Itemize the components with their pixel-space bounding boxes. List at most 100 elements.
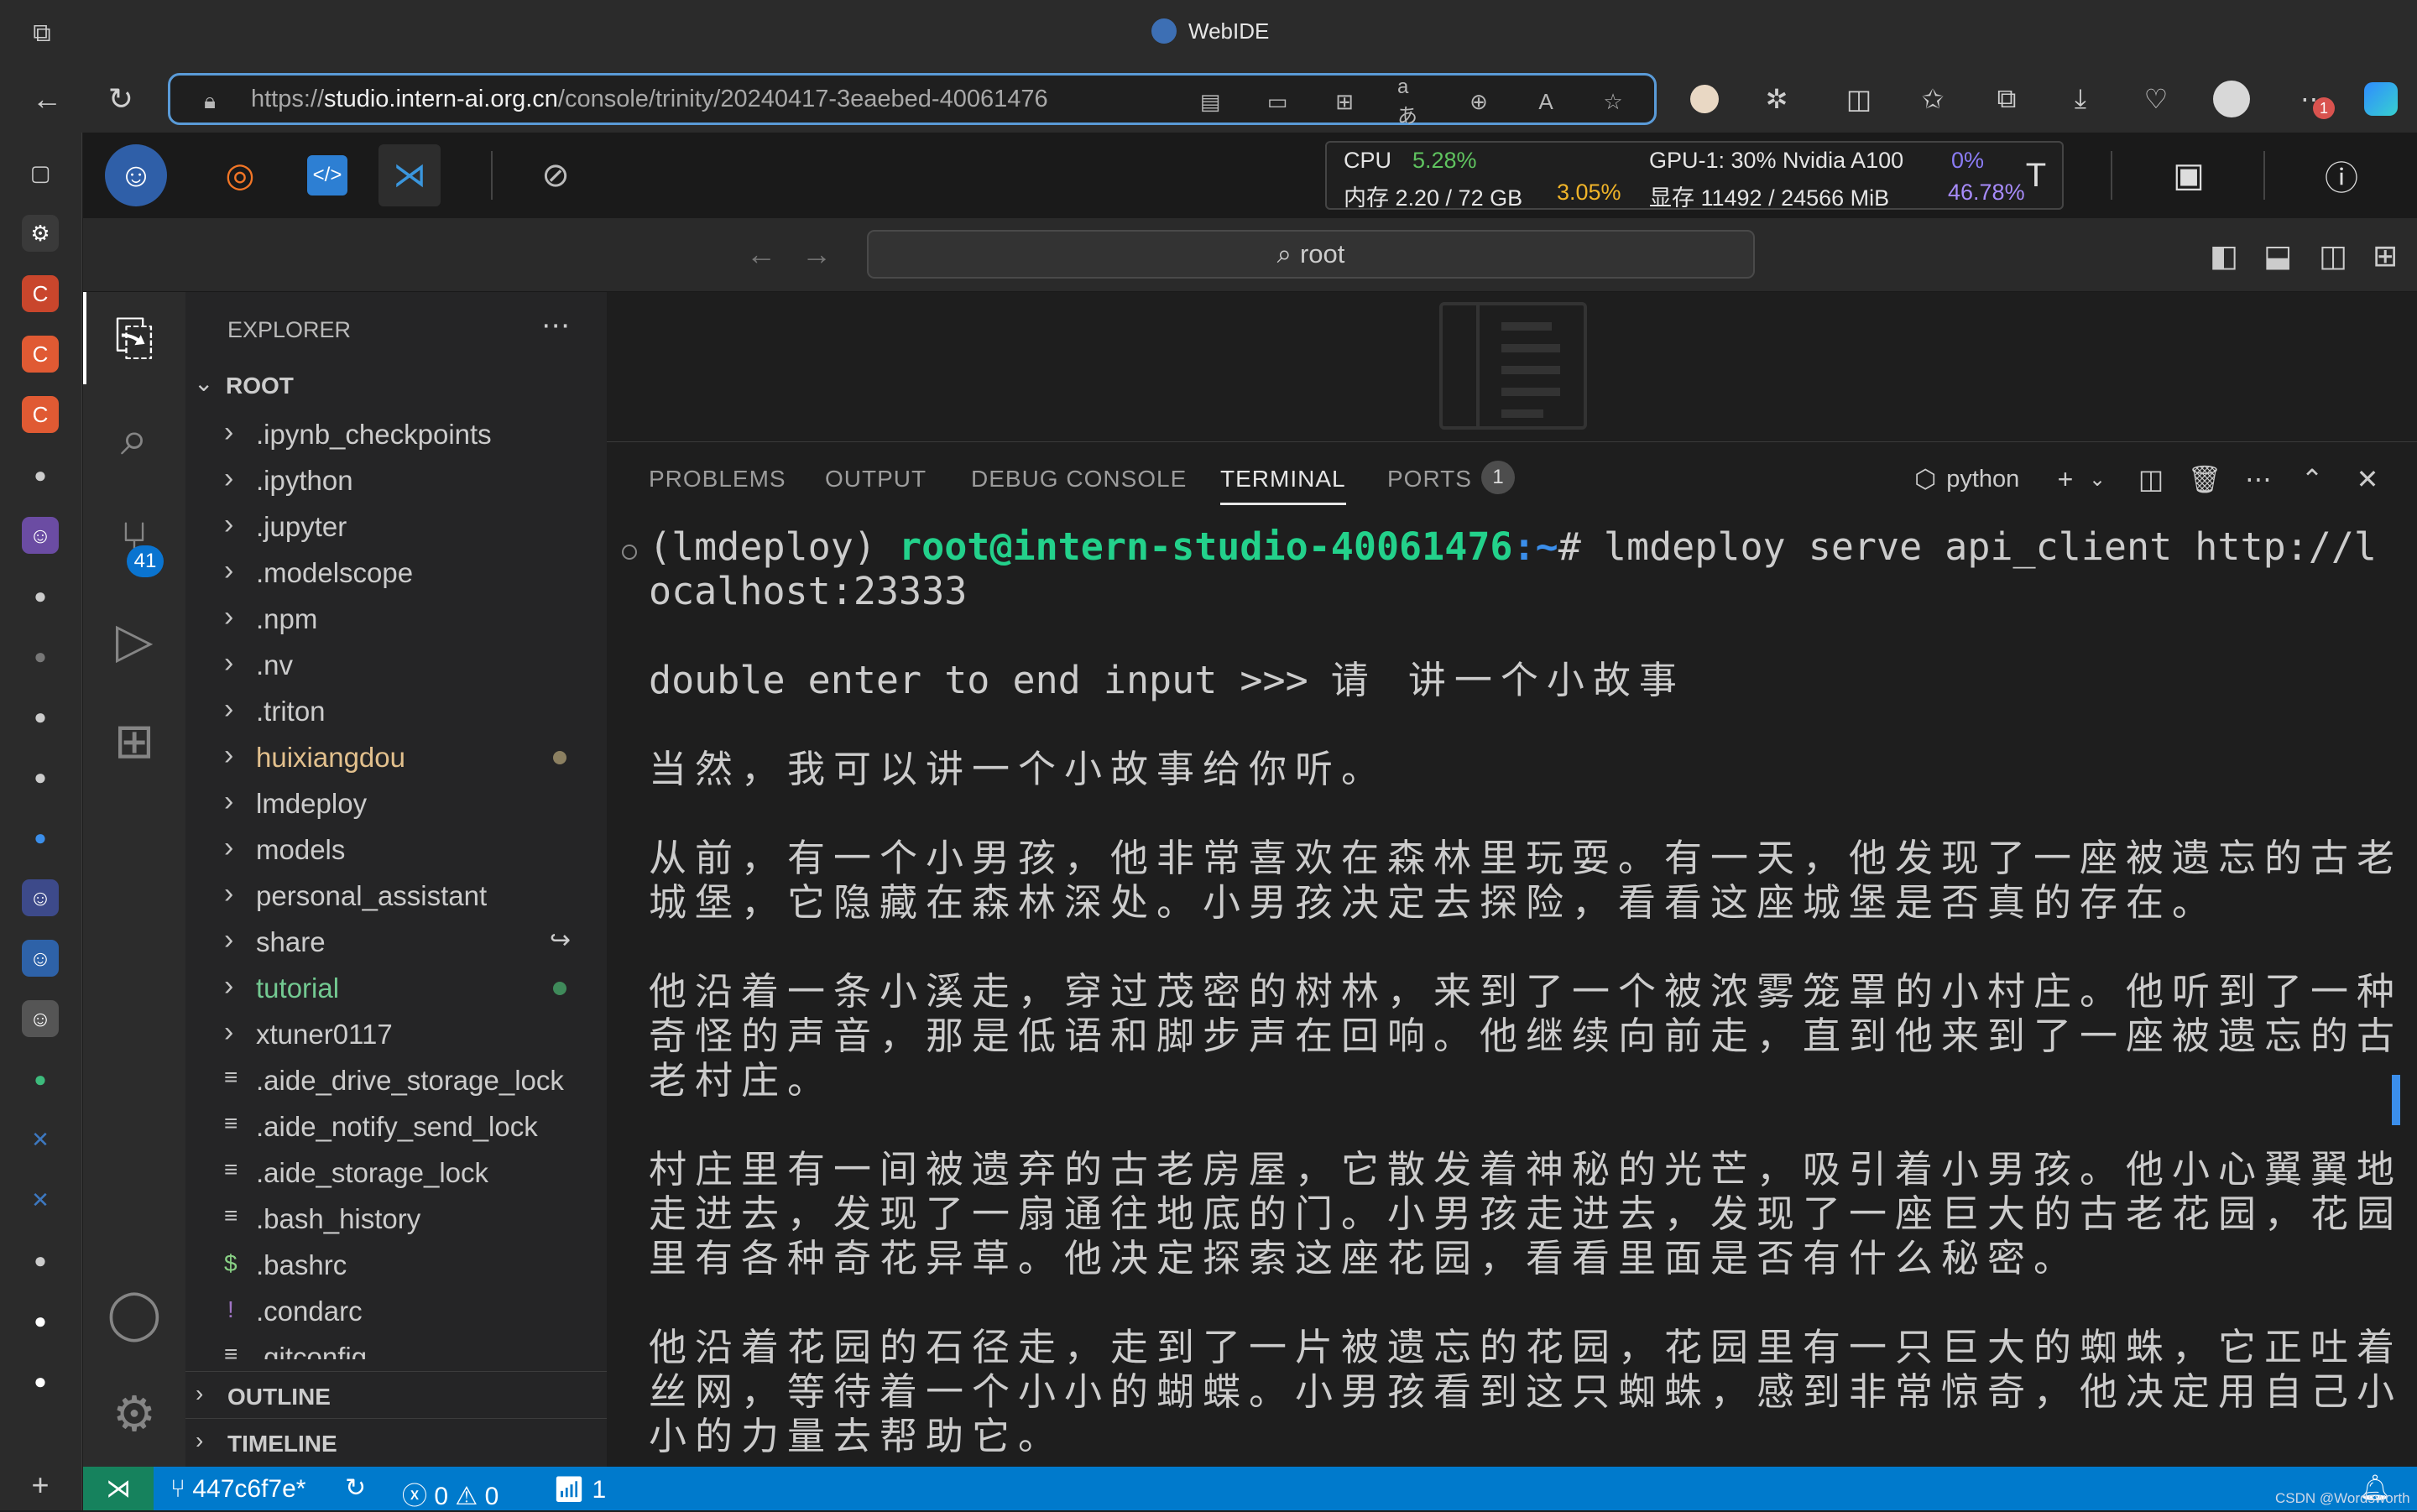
extension-avatar-icon[interactable] (1685, 80, 1724, 118)
folder-item[interactable]: › .ipython (185, 457, 607, 503)
info-icon[interactable]: ⓘ (2310, 144, 2373, 206)
nav-back-icon[interactable]: ← (746, 237, 776, 272)
folder-item[interactable]: › .triton (185, 688, 607, 734)
monitor-icon[interactable]: ▣ (2158, 144, 2220, 206)
explorer-icon[interactable]: ⎘ (83, 292, 185, 384)
file-item[interactable]: ≡ .bash_history (185, 1196, 607, 1242)
back-icon[interactable]: ← (22, 74, 72, 124)
folder-item[interactable]: › .modelscope (185, 550, 607, 596)
clipboard-icon[interactable]: ▤ (1196, 87, 1224, 116)
sync-icon[interactable]: ↻ (345, 1473, 366, 1503)
new-tab-icon[interactable]: + (22, 1467, 59, 1504)
lock-icon[interactable]: 🔒︎ (196, 87, 224, 116)
collections-icon[interactable]: ⧉ (1987, 80, 2026, 118)
tab-debug-console[interactable]: DEBUG CONSOLE (971, 466, 1187, 493)
terminal-output[interactable]: (lmdeploy) root@intern-studio-40061476:~… (649, 524, 2394, 1458)
trash-icon[interactable]: 🗑︎ (2185, 459, 2225, 499)
split-terminal-icon[interactable]: ◫ (2131, 459, 2171, 499)
root-folder-header[interactable]: ⌄ ROOT (185, 368, 607, 408)
toggle-secondary-sidebar-icon[interactable]: ◫ (2319, 238, 2347, 274)
close-panel-icon[interactable]: ✕ (2347, 459, 2388, 499)
tab-icon[interactable]: ☺ (22, 517, 59, 554)
more-actions-icon[interactable]: ⋯ (2238, 459, 2279, 499)
folder-item[interactable]: › .nv (185, 642, 607, 688)
ports-status[interactable]: 📶︎ 1 (553, 1475, 606, 1504)
maximize-panel-icon[interactable]: ⌃ (2292, 459, 2332, 499)
file-item[interactable]: ≡ .aide_drive_storage_lock (185, 1057, 607, 1103)
toggle-panel-icon[interactable]: ⬓ (2263, 238, 2292, 274)
terminal-shell-selector[interactable]: ⬡ python (1914, 461, 2019, 498)
tab-ports[interactable]: PORTS (1387, 466, 1472, 493)
search-icon[interactable]: ⌕ (83, 393, 185, 485)
folder-item[interactable]: › .ipynb_checkpoints (185, 411, 607, 457)
file-item[interactable]: ≡ .aide_notify_send_lock (185, 1103, 607, 1150)
tab-problems[interactable]: PROBLEMS (649, 466, 786, 493)
timeline-section[interactable]: › TIMELINE (185, 1418, 607, 1463)
tab-icon[interactable]: ☺ (22, 940, 59, 977)
chat-icon[interactable]: ● (22, 819, 59, 856)
command-center[interactable]: ⌕ root (867, 230, 1755, 279)
compass-icon[interactable]: ⊘ (525, 144, 587, 206)
file-item[interactable]: ≡ .aide_storage_lock (185, 1150, 607, 1196)
accounts-icon[interactable]: ◯ (83, 1267, 185, 1359)
file-item[interactable]: ≡ .gitconfig (185, 1334, 607, 1359)
terminal-scrollbar[interactable] (2392, 1075, 2400, 1125)
tab-actions-icon[interactable]: ⧉ (25, 17, 59, 50)
extensions-puzzle-icon[interactable]: ✲ (1757, 80, 1796, 118)
folder-item[interactable]: › xtuner0117 (185, 1011, 607, 1057)
remote-indicator-icon[interactable]: ⋊ (83, 1467, 154, 1510)
address-bar[interactable]: 🔒︎ https://studio.intern-ai.org.cn/conso… (168, 73, 1657, 128)
tab-icon[interactable]: ● (22, 1061, 59, 1098)
manage-gear-icon[interactable]: ⚙ (83, 1368, 185, 1460)
health-icon[interactable]: ♡ (2137, 80, 2175, 118)
code-editor-icon[interactable]: </> (296, 144, 358, 206)
tab-icon[interactable]: ☺ (22, 879, 59, 916)
folder-item[interactable]: › personal_assistant (185, 873, 607, 919)
tab-icon[interactable]: C (22, 275, 59, 312)
tab-icon[interactable]: ▢ (22, 154, 59, 191)
github-icon[interactable]: ● (22, 638, 59, 675)
read-aloud-icon[interactable]: A (1532, 87, 1560, 116)
github-icon[interactable]: ● (22, 1302, 59, 1339)
folder-item[interactable]: › lmdeploy (185, 780, 607, 826)
customize-layout-icon[interactable]: ⊞ (2373, 238, 2398, 274)
outline-section[interactable]: › OUTLINE (185, 1371, 607, 1416)
tab-icon[interactable]: ✕ (22, 1121, 59, 1158)
github-icon[interactable]: ● (22, 456, 59, 493)
copilot-icon[interactable] (2362, 80, 2400, 118)
github-icon[interactable]: ● (22, 577, 59, 614)
github-icon[interactable]: ● (22, 759, 59, 795)
url-text[interactable]: https://studio.intern-ai.org.cn/console/… (251, 86, 1048, 113)
github-icon[interactable]: ● (22, 1242, 59, 1279)
folder-item[interactable]: › huixiangdou (185, 734, 607, 780)
tab-icon[interactable]: C (22, 336, 59, 373)
tab-icon-active[interactable]: ☺ (22, 1000, 59, 1037)
branch-status[interactable]: ⑂ 447c6f7e* (170, 1475, 305, 1504)
profile-avatar-icon[interactable] (2212, 80, 2251, 118)
apps-icon[interactable]: ⊞ (1330, 87, 1359, 116)
tensorflow-icon[interactable]: T (2005, 144, 2067, 206)
nav-forward-icon[interactable]: → (801, 237, 832, 272)
tab-icon[interactable]: C (22, 396, 59, 433)
folder-item[interactable]: › .jupyter (185, 503, 607, 550)
folder-item[interactable]: › .npm (185, 596, 607, 642)
translate-icon[interactable]: aあ (1397, 76, 1426, 128)
run-debug-icon[interactable]: ▷ (83, 594, 185, 686)
tab-icon[interactable]: ⚙ (22, 215, 59, 252)
github-icon[interactable]: ● (22, 698, 59, 735)
folder-item[interactable]: › tutorial (185, 965, 607, 1011)
problems-status[interactable]: ⓧ 0 ⚠ 0 (402, 1475, 499, 1512)
intern-logo-icon[interactable]: ☺ (105, 144, 167, 206)
favorite-star-icon[interactable]: ☆ (1599, 87, 1627, 116)
tab-output[interactable]: OUTPUT (825, 466, 927, 493)
devices-icon[interactable]: ▭ (1263, 87, 1292, 116)
folder-item[interactable]: › share ↪ (185, 919, 607, 965)
tab-terminal[interactable]: TERMINAL (1220, 466, 1346, 493)
favorites-icon[interactable]: ✩ (1913, 80, 1952, 118)
file-item[interactable]: $ .bashrc (185, 1242, 607, 1288)
folder-item[interactable]: › models (185, 826, 607, 873)
zoom-icon[interactable]: ⊕ (1464, 87, 1493, 116)
downloads-icon[interactable]: ⤓ (2061, 80, 2100, 118)
vscode-icon[interactable]: ⋊ (378, 144, 441, 206)
split-screen-icon[interactable]: ◫ (1840, 80, 1878, 118)
